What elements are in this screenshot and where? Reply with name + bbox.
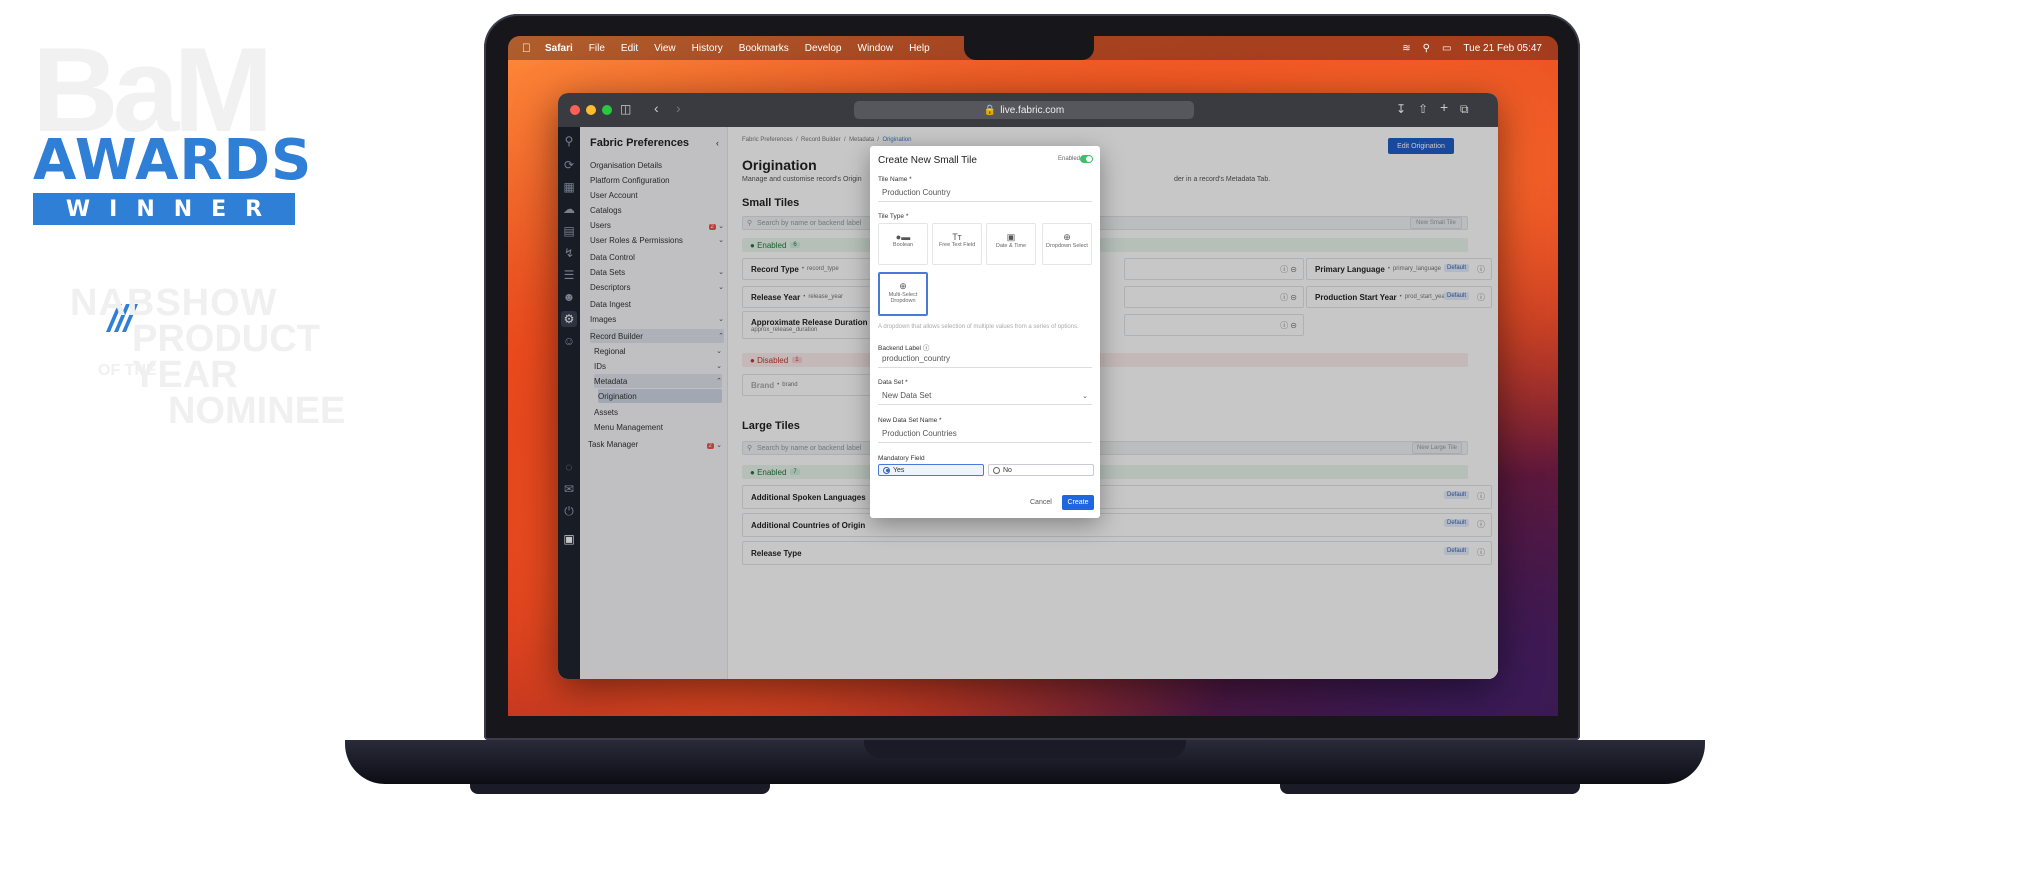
backend-label-input[interactable]: production_country <box>878 350 1092 368</box>
menu-help[interactable]: Help <box>909 43 930 54</box>
menu-edit[interactable]: Edit <box>621 43 638 54</box>
minimize-window-icon[interactable] <box>586 105 596 115</box>
nab-line: PRODUCT <box>132 318 320 361</box>
share-icon[interactable]: ⇧ <box>1418 102 1428 116</box>
desktop-screen:  Safari File Edit View History Bookmark… <box>508 36 1558 716</box>
zoom-window-icon[interactable] <box>602 105 612 115</box>
type-option-label: Free Text Field <box>938 242 976 248</box>
modal-title: Create New Small Tile <box>878 155 977 166</box>
mandatory-yes-radio[interactable]: Yes <box>878 464 984 476</box>
menu-bookmarks[interactable]: Bookmarks <box>739 43 789 54</box>
calendar-icon: ▣ <box>1006 232 1016 242</box>
menu-develop[interactable]: Develop <box>805 43 842 54</box>
type-option-label: Dropdown Select <box>1046 243 1088 249</box>
data-set-value: New Data Set <box>882 391 932 400</box>
laptop-foot <box>470 784 770 794</box>
multiselect-icon: ⊕ <box>899 281 907 291</box>
tile-name-label: Tile Name * <box>878 176 912 183</box>
chevron-down-icon: ⌄ <box>1082 392 1088 400</box>
menu-app[interactable]: Safari <box>545 43 573 54</box>
fabric-app: ⚲ ⟳ ▦ ☁ ▤ ↯ ☰ ☻ ⚙ ☺ ◌ ✉ ⏻ ▣ Fabric Prefe… <box>558 127 1498 679</box>
radio-label: Yes <box>893 466 905 474</box>
enabled-toggle[interactable] <box>1080 155 1093 163</box>
apple-icon[interactable]:  <box>522 41 531 55</box>
create-small-tile-modal: Create New Small Tile Enabled Tile Name … <box>870 146 1100 518</box>
new-data-set-name-input[interactable]: Production Countries <box>878 425 1092 443</box>
back-icon[interactable]: ‹ <box>654 100 659 116</box>
type-option-label: Date & Time <box>995 243 1027 249</box>
dropdown-icon: ⊕ <box>1063 232 1071 242</box>
new-tab-icon[interactable]: + <box>1440 99 1448 115</box>
enabled-toggle-label: Enabled <box>1058 156 1081 162</box>
safari-toolbar: ◫ ‹ › 🔒 live.fabric.com ↧ ⇧ + ⧉ <box>558 93 1498 127</box>
type-option-date-time[interactable]: ▣ Date & Time <box>986 223 1036 265</box>
tile-type-label: Tile Type * <box>878 213 909 220</box>
cancel-button[interactable]: Cancel <box>1030 499 1052 506</box>
battery-icon[interactable]: ▭ <box>1442 43 1451 54</box>
mandatory-field-label: Mandatory Field <box>878 455 925 462</box>
laptop-base-notch <box>864 740 1186 758</box>
winner-banner: WINNER <box>33 193 295 225</box>
address-text: live.fabric.com <box>1000 104 1065 116</box>
safari-window: ◫ ‹ › 🔒 live.fabric.com ↧ ⇧ + ⧉ ⚲ ⟳ ▦ ☁ <box>558 93 1498 679</box>
wifi-icon[interactable]: ≋ <box>1402 43 1410 54</box>
tabs-overview-icon[interactable]: ⧉ <box>1460 102 1469 117</box>
type-option-label: Boolean <box>892 242 914 248</box>
data-set-label: Data Set * <box>878 379 908 386</box>
toggle-icon: ●▬ <box>895 232 911 242</box>
type-option-boolean[interactable]: ●▬ Boolean <box>878 223 928 265</box>
type-option-free-text[interactable]: Tт Free Text Field <box>932 223 982 265</box>
stage: BaM AWARDS WINNER NABSHOW PRODUCT YEAR N… <box>0 0 2038 874</box>
type-option-label: Multi-Select Dropdown <box>888 292 918 304</box>
type-option-multi-select[interactable]: ⊕ Multi-Select Dropdown <box>878 272 928 316</box>
type-hint: A dropdown that allows selection of mult… <box>878 324 1079 330</box>
nab-line: NOMINEE <box>168 390 346 433</box>
text-icon: Tт <box>952 232 962 242</box>
camera-notch <box>964 36 1094 60</box>
create-button[interactable]: Create <box>1062 495 1094 510</box>
awards-text: AWARDS <box>33 128 313 193</box>
menu-view[interactable]: View <box>654 43 676 54</box>
nab-line-the: OF THE <box>98 362 157 379</box>
spotlight-icon[interactable]: ⚲ <box>1423 43 1430 54</box>
data-set-select[interactable]: New Data Set ⌄ <box>878 387 1092 405</box>
sidebar-toggle-icon[interactable]: ◫ <box>620 102 631 116</box>
address-bar[interactable]: 🔒 live.fabric.com <box>854 101 1194 119</box>
menu-window[interactable]: Window <box>858 43 894 54</box>
menu-history[interactable]: History <box>692 43 723 54</box>
tile-name-input[interactable]: Production Country <box>878 184 1092 202</box>
type-option-dropdown[interactable]: ⊕ Dropdown Select <box>1042 223 1092 265</box>
download-icon[interactable]: ↧ <box>1396 102 1406 116</box>
nab-line: NABSHOW <box>70 282 278 324</box>
menu-file[interactable]: File <box>589 43 605 54</box>
clock[interactable]: Tue 21 Feb 05:47 <box>1463 43 1542 54</box>
forward-icon[interactable]: › <box>676 100 681 116</box>
mandatory-no-radio[interactable]: No <box>988 464 1094 476</box>
laptop-foot <box>1280 784 1580 794</box>
close-window-icon[interactable] <box>570 105 580 115</box>
new-data-set-name-label: New Data Set Name * <box>878 417 942 424</box>
nab-line: YEAR <box>132 354 238 397</box>
radio-label: No <box>1003 466 1012 474</box>
lock-icon: 🔒 <box>983 104 997 116</box>
nab-nominee-ghost: NABSHOW PRODUCT YEAR NOMINEE OF THE <box>70 282 346 433</box>
